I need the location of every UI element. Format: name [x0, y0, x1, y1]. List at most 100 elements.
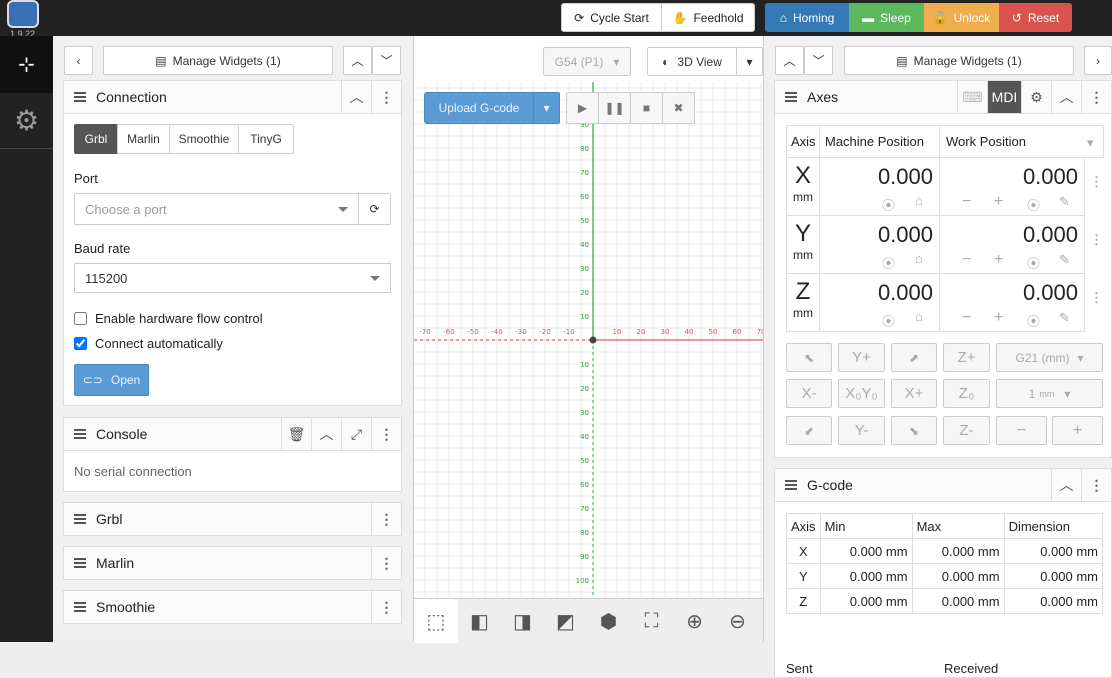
expand-icon[interactable]: ⤢: [341, 418, 371, 450]
tab-grbl[interactable]: Grbl: [74, 124, 118, 154]
cycle-start-button[interactable]: ⟳ Cycle Start: [561, 3, 662, 32]
units-select[interactable]: G21 (mm) ▾: [996, 343, 1103, 372]
zoom-in-icon[interactable]: ⊕: [673, 599, 716, 643]
feedhold-button[interactable]: ✋ Feedhold: [661, 3, 755, 32]
manage-widgets-left-button[interactable]: ▤ Manage Widgets (1): [103, 46, 333, 75]
edit-icon[interactable]: ✎: [1059, 310, 1070, 326]
pause-icon[interactable]: ❚❚: [598, 92, 631, 124]
map-pin-icon[interactable]: ⦿: [882, 253, 895, 272]
scroll-up-right-button[interactable]: ︿: [775, 46, 804, 75]
scroll-down-button[interactable]: ﹀: [372, 46, 401, 75]
view-top-icon[interactable]: ⬚: [414, 599, 458, 643]
map-pin-icon[interactable]: ⦿: [1027, 253, 1040, 272]
wcs-select[interactable]: G54 (P1) ▾: [543, 47, 631, 76]
scroll-down-right-button[interactable]: ﹀: [804, 46, 833, 75]
view-dropdown-button[interactable]: ▾: [736, 47, 763, 76]
upload-gcode-button[interactable]: Upload G-code: [424, 92, 534, 124]
collapse-gcode-button[interactable]: ︿: [1051, 469, 1081, 501]
menu-icon[interactable]: [74, 558, 86, 568]
jog-xplus-yminus-icon[interactable]: ⬊: [891, 416, 937, 445]
sleep-button[interactable]: ▬ Sleep: [849, 3, 924, 32]
more-icon[interactable]: ⋮: [1090, 232, 1103, 248]
tab-tinyg[interactable]: TinyG: [238, 124, 294, 154]
plus-icon[interactable]: +: [994, 309, 1003, 327]
minus-icon[interactable]: −: [962, 193, 971, 211]
map-pin-icon[interactable]: ⦿: [882, 195, 895, 214]
more-icon[interactable]: ⋮: [371, 418, 401, 450]
minus-icon[interactable]: −: [962, 309, 971, 327]
scroll-up-button[interactable]: ︿: [343, 46, 372, 75]
more-icon[interactable]: ⋮: [371, 547, 401, 579]
step-increase-icon[interactable]: +: [1052, 416, 1103, 445]
go-z0-button[interactable]: Z₀: [943, 379, 990, 408]
collapse-left-button[interactable]: ‹: [64, 46, 93, 75]
menu-icon[interactable]: [74, 429, 86, 439]
step-select[interactable]: 1 mm ▾: [996, 379, 1103, 408]
baud-select[interactable]: 115200: [74, 263, 391, 293]
flow-control-input[interactable]: [74, 312, 87, 325]
more-icon[interactable]: ⋮: [1081, 81, 1111, 113]
sidebar-item-settings[interactable]: ⚙: [0, 93, 53, 149]
menu-icon[interactable]: [74, 602, 86, 612]
keyboard-icon[interactable]: ⌨: [957, 81, 987, 113]
chevron-down-icon[interactable]: ▾: [1087, 135, 1094, 151]
home-icon[interactable]: ⌂: [915, 251, 923, 266]
tab-smoothie[interactable]: Smoothie: [169, 124, 239, 154]
menu-icon[interactable]: [785, 480, 797, 490]
map-pin-icon[interactable]: ⦿: [882, 311, 895, 330]
menu-icon[interactable]: [785, 92, 797, 102]
tab-marlin[interactable]: Marlin: [117, 124, 170, 154]
mdi-button[interactable]: MDI: [987, 81, 1021, 113]
more-icon[interactable]: ⋮: [371, 503, 401, 535]
fit-view-icon[interactable]: ⛶: [630, 599, 673, 643]
jog-xplus-yplus-icon[interactable]: ⬈: [891, 343, 937, 372]
collapse-connection-button[interactable]: ︿: [341, 81, 371, 113]
gear-icon[interactable]: ⚙: [1021, 81, 1051, 113]
zoom-out-icon[interactable]: ⊖: [716, 599, 759, 643]
view-left-icon[interactable]: ◨: [501, 599, 544, 643]
jog-zminus-button[interactable]: Z-: [943, 416, 990, 445]
menu-icon[interactable]: [74, 92, 86, 102]
view-3d-button[interactable]: ◐ 3D View: [647, 47, 737, 76]
refresh-ports-button[interactable]: ⟳: [358, 193, 391, 225]
view-front-icon[interactable]: ◧: [458, 599, 501, 643]
jog-xminus-yminus-icon[interactable]: ⬋: [786, 416, 832, 445]
jog-yplus-button[interactable]: Y+: [838, 343, 885, 372]
close-icon[interactable]: ✖: [662, 92, 695, 124]
plus-icon[interactable]: +: [994, 251, 1003, 269]
port-select[interactable]: Choose a port: [74, 193, 359, 225]
map-pin-icon[interactable]: ⦿: [1027, 311, 1040, 330]
auto-connect-checkbox[interactable]: Connect automatically: [74, 336, 223, 351]
go-x0y0-button[interactable]: X₀Y₀: [838, 379, 885, 408]
flow-control-checkbox[interactable]: Enable hardware flow control: [74, 311, 263, 326]
reset-button[interactable]: ↺ Reset: [999, 3, 1072, 32]
more-icon[interactable]: ⋮: [371, 591, 401, 623]
stop-icon[interactable]: ■: [630, 92, 663, 124]
upload-dropdown-button[interactable]: ▾: [533, 92, 560, 124]
collapse-axes-button[interactable]: ︿: [1051, 81, 1081, 113]
collapse-right-button[interactable]: ›: [1084, 46, 1112, 75]
view-3d-icon[interactable]: ⬢: [587, 599, 630, 643]
collapse-console-button[interactable]: ︿: [311, 418, 341, 450]
visualizer[interactable]: G54 (P1) ▾ ◐ 3D View ▾ -70 -60 -50 -40 -30 -20-…: [413, 36, 764, 643]
plus-icon[interactable]: +: [994, 193, 1003, 211]
jog-xplus-button[interactable]: X+: [891, 379, 937, 408]
play-icon[interactable]: ▶: [566, 92, 599, 124]
homing-button[interactable]: ⌂ Homing: [765, 3, 849, 32]
step-decrease-icon[interactable]: −: [996, 416, 1047, 445]
more-icon[interactable]: ⋮: [1090, 174, 1103, 190]
home-icon[interactable]: ⌂: [915, 309, 923, 324]
more-icon[interactable]: ⋮: [1081, 469, 1111, 501]
more-icon[interactable]: ⋮: [371, 81, 401, 113]
jog-yminus-button[interactable]: Y-: [838, 416, 885, 445]
jog-zplus-button[interactable]: Z+: [943, 343, 990, 372]
jog-xminus-yplus-icon[interactable]: ⬉: [786, 343, 832, 372]
view-right-icon[interactable]: ◩: [544, 599, 587, 643]
visualizer-canvas[interactable]: -70 -60 -50 -40 -30 -20 -10 10 20 30 40 50 60 70 90 80 7…: [414, 82, 763, 598]
map-pin-icon[interactable]: ⦿: [1027, 195, 1040, 214]
edit-icon[interactable]: ✎: [1059, 194, 1070, 210]
auto-connect-input[interactable]: [74, 337, 87, 350]
minus-icon[interactable]: −: [962, 251, 971, 269]
jog-xminus-button[interactable]: X-: [786, 379, 832, 408]
home-icon[interactable]: ⌂: [915, 193, 923, 208]
